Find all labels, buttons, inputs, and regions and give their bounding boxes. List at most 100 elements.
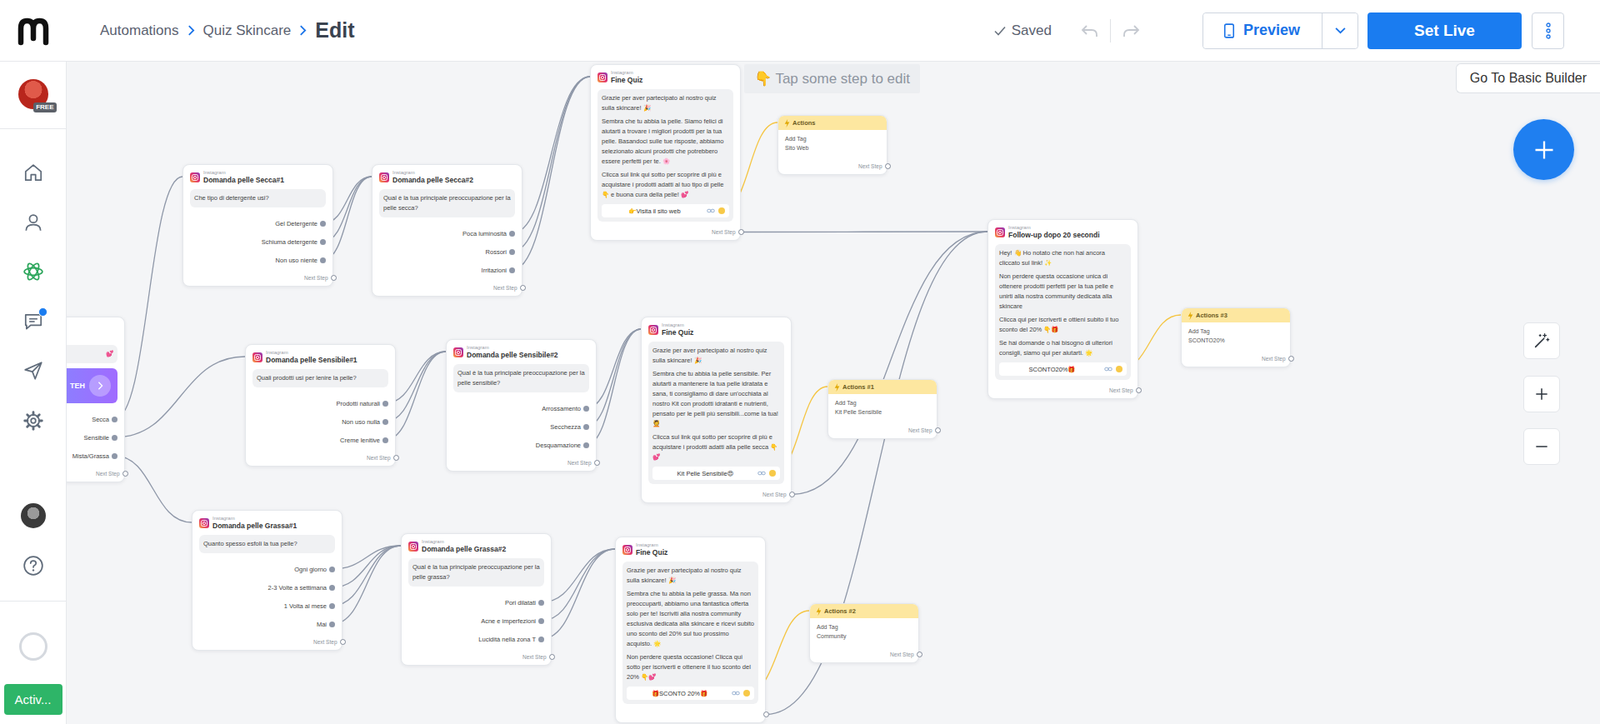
- next-port[interactable]: [549, 654, 555, 660]
- button-port[interactable]: [769, 470, 776, 477]
- set-live-button[interactable]: Set Live: [1367, 12, 1522, 50]
- more-button[interactable]: [1531, 12, 1565, 50]
- next-step[interactable]: Next Step: [252, 454, 400, 462]
- reply-option[interactable]: Mista/Grassa: [72, 448, 118, 464]
- reply-option[interactable]: 1 Volta al mese: [284, 598, 335, 614]
- question-node[interactable]: Instagram Domanda pelle Grassa#2 Qual è …: [400, 533, 552, 666]
- message-button[interactable]: SCONTO20%🎁: [999, 362, 1127, 376]
- option-port[interactable]: [583, 405, 590, 412]
- next-port[interactable]: [1135, 387, 1142, 394]
- next-port[interactable]: [520, 285, 526, 291]
- reply-option[interactable]: Arrossamento: [541, 400, 590, 416]
- option-port[interactable]: [329, 603, 335, 610]
- button-port[interactable]: [1115, 365, 1123, 373]
- reply-option[interactable]: Acne e imperfezioni: [480, 613, 545, 629]
- option-port[interactable]: [583, 442, 590, 449]
- reply-option[interactable]: Desquamazione: [535, 437, 590, 453]
- add-step-button[interactable]: [1513, 119, 1575, 180]
- next-step[interactable]: Next Step: [1188, 355, 1295, 363]
- reply-option[interactable]: Gel Detergente: [275, 215, 326, 231]
- reply-option[interactable]: Lucidità nella zona T: [478, 631, 545, 647]
- basic-builder-button[interactable]: Go To Basic Builder: [1455, 63, 1600, 94]
- reply-option[interactable]: Non uso nulla: [341, 414, 389, 430]
- zoom-out-button[interactable]: [1523, 428, 1560, 465]
- question-node[interactable]: Instagram Domanda pelle Grassa#1 Quanto …: [191, 510, 343, 651]
- option-port[interactable]: [329, 621, 335, 628]
- next-port[interactable]: [330, 275, 337, 281]
- flow-canvas[interactable]: 💕 TEH Secca Sensibile Mista/Grassa Next …: [66, 61, 1600, 724]
- next-port[interactable]: [935, 427, 941, 434]
- reply-option[interactable]: Poca luminosità: [462, 225, 515, 241]
- action-node[interactable]: Actions Add Tag Sito Web Next Step: [777, 115, 888, 175]
- next-port[interactable]: [885, 163, 891, 170]
- help-icon[interactable]: [22, 555, 45, 577]
- reply-option[interactable]: 2-3 Volte a settimana: [268, 580, 335, 595]
- option-port[interactable]: [382, 437, 389, 444]
- next-step[interactable]: Next Step: [835, 426, 941, 435]
- question-node[interactable]: Instagram Domanda pelle Secca#1 Che tipo…: [182, 164, 334, 287]
- breadcrumb-link[interactable]: Quiz Skincare: [203, 22, 292, 40]
- reply-option[interactable]: Non uso niente: [275, 252, 326, 268]
- next-port[interactable]: [916, 651, 923, 658]
- option-port[interactable]: [382, 419, 389, 425]
- sidebar-item[interactable]: [22, 161, 45, 184]
- button-port[interactable]: [718, 207, 725, 215]
- next-port[interactable]: [789, 491, 795, 498]
- zoom-in-button[interactable]: [1523, 375, 1560, 413]
- auto-arrange-button[interactable]: [1523, 322, 1560, 360]
- sidebar-item[interactable]: [22, 211, 45, 234]
- sidebar-item[interactable]: [22, 310, 45, 333]
- next-step[interactable]: Next Step: [597, 228, 745, 236]
- reply-option[interactable]: Sensibile: [84, 430, 118, 445]
- next-port[interactable]: [122, 470, 129, 477]
- option-port[interactable]: [509, 249, 515, 255]
- option-port[interactable]: [538, 636, 545, 643]
- question-node[interactable]: Instagram Domanda pelle Sensibile#1 Qual…: [245, 344, 396, 467]
- option-port[interactable]: [111, 416, 118, 423]
- sidebar-item[interactable]: [22, 360, 45, 382]
- next-step[interactable]: [622, 710, 770, 719]
- action-node[interactable]: Actions #2 Add Tag Community Next Step: [809, 603, 920, 664]
- action-node[interactable]: Actions #1 Add Tag Kit Pelle Sensibile N…: [827, 379, 938, 440]
- next-step[interactable]: Next Step: [408, 653, 555, 661]
- next-step[interactable]: Next Step: [995, 386, 1142, 395]
- next-port[interactable]: [594, 460, 600, 466]
- next-port[interactable]: [340, 639, 346, 645]
- option-port[interactable]: [509, 267, 515, 274]
- option-port[interactable]: [329, 585, 335, 591]
- action-node[interactable]: Actions #3 Add Tag SCONTO20% Next Step: [1180, 307, 1291, 368]
- option-port[interactable]: [509, 230, 515, 237]
- option-port[interactable]: [538, 600, 545, 606]
- message-button[interactable]: 👉Visita il sito web: [601, 204, 730, 218]
- reply-option[interactable]: Ogni giorno: [294, 561, 335, 577]
- option-port[interactable]: [583, 424, 590, 430]
- reply-option[interactable]: Creme lenitive: [340, 432, 389, 448]
- option-port[interactable]: [320, 220, 326, 227]
- reply-option[interactable]: Schiuma detergente: [261, 234, 326, 250]
- next-step[interactable]: Next Step: [190, 274, 337, 282]
- reply-option[interactable]: Irritazioni: [481, 262, 515, 278]
- option-port[interactable]: [382, 400, 389, 407]
- start-node[interactable]: 💕 TEH Secca Sensibile Mista/Grassa Next …: [66, 316, 125, 483]
- account-avatar[interactable]: FREE: [18, 79, 49, 110]
- reply-option[interactable]: Secchezza: [550, 419, 590, 435]
- sidebar-item[interactable]: [22, 410, 45, 432]
- next-step[interactable]: Next Step: [785, 162, 891, 170]
- redo-icon[interactable]: [1120, 20, 1141, 41]
- option-port[interactable]: [320, 239, 326, 245]
- profile-photo[interactable]: [20, 503, 46, 529]
- option-port[interactable]: [320, 257, 326, 264]
- reply-option[interactable]: Prodotti naturali: [335, 395, 389, 411]
- message-button[interactable]: 🎁SCONTO 20%🎁: [626, 686, 755, 700]
- next-step[interactable]: Next Step: [199, 638, 346, 646]
- message-node[interactable]: Instagram Fine Quiz Grazie per aver part…: [615, 536, 766, 724]
- next-port[interactable]: [1288, 355, 1295, 362]
- message-node[interactable]: Instagram Fine Quiz Grazie per aver part…: [590, 64, 741, 241]
- reply-option[interactable]: Mai: [316, 616, 335, 632]
- next-step[interactable]: Next Step: [453, 459, 600, 467]
- sidebar-item[interactable]: [22, 260, 45, 283]
- option-port[interactable]: [538, 618, 545, 625]
- option-port[interactable]: [329, 566, 335, 573]
- reply-option[interactable]: Pori dilatati: [505, 595, 545, 610]
- preview-dropdown[interactable]: [1322, 13, 1358, 49]
